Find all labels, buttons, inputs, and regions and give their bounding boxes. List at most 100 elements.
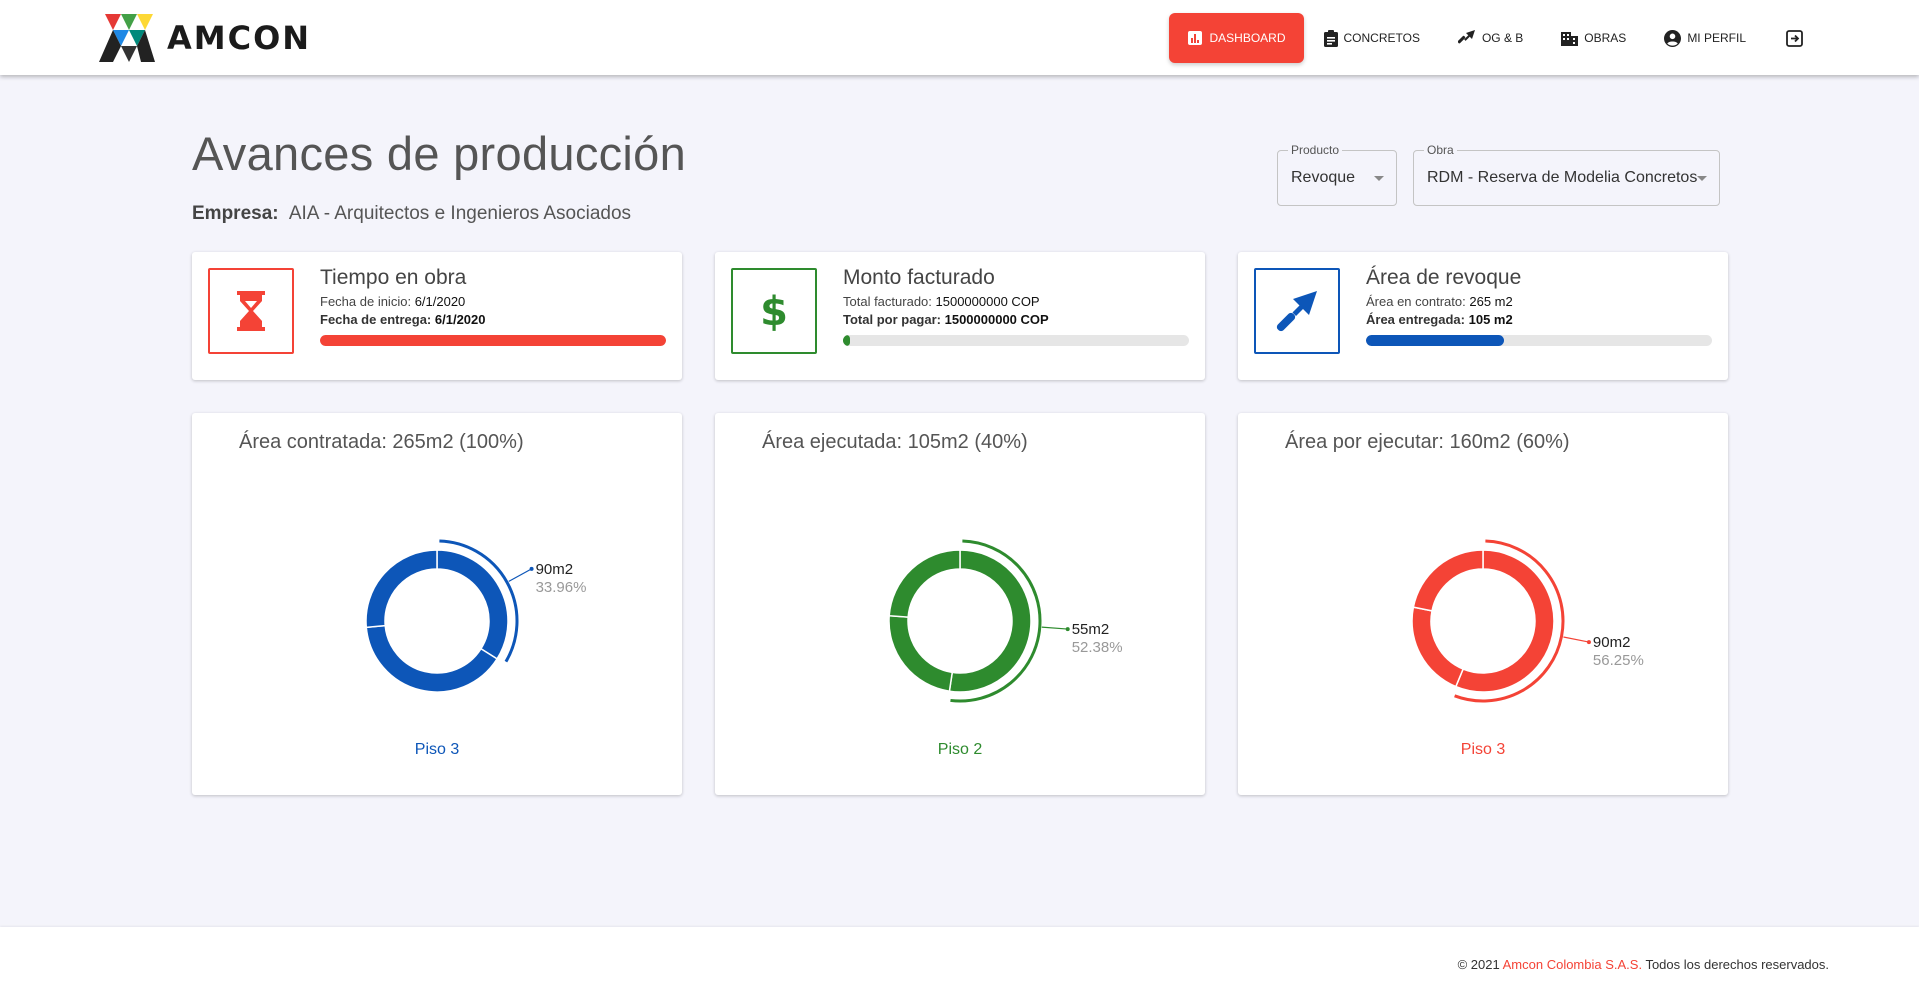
chart-footer-label[interactable]: Piso 3	[1238, 741, 1728, 759]
chevron-down-icon	[1697, 176, 1707, 181]
nav-item-concretos[interactable]: CONCRETOS	[1306, 13, 1438, 63]
bar-chart-icon	[1188, 31, 1203, 45]
footer-copyright: © 2021 Amcon Colombia S.A.S. Todos los d…	[1458, 957, 1829, 972]
progress-fill	[1366, 335, 1505, 346]
building-icon	[1561, 32, 1579, 46]
chart-card-area-por-ejecutar: 90m2 56.25% Área por ejecutar: 160m2 (60%…	[1238, 413, 1728, 795]
obra-select[interactable]: Obra RDM - Reserva de Modelia Concretos	[1413, 143, 1720, 206]
donut-slice[interactable]	[1411, 606, 1465, 688]
stat-line-value: 105 m2	[1468, 312, 1513, 327]
brand-name: AMCON	[167, 19, 312, 57]
stat-line-pending: Total por pagar: 1500000000 COP	[843, 311, 1189, 329]
company-info: Empresa: AIA - Arquitectos e Ingenieros …	[192, 203, 631, 225]
stat-line-total: Total facturado: 1500000000 COP	[843, 293, 1189, 311]
footer-suffix: Todos los derechos reservados.	[1642, 957, 1829, 972]
company-label: Empresa:	[192, 203, 279, 224]
obra-select-label: Obra	[1424, 143, 1457, 157]
donut-label-leader	[1041, 626, 1068, 630]
donut-chart: 90m233.96%	[365, 539, 587, 693]
stat-line-value: 6/1/2020	[414, 294, 466, 309]
donut-label-dot	[1586, 640, 1591, 645]
stat-line-start: Fecha de inicio: 6/1/2020	[320, 293, 666, 311]
stat-line-value: 1500000000 COP	[944, 312, 1049, 327]
donut-label-dot	[529, 566, 534, 571]
donut-data-label: 90m2	[1593, 634, 1631, 651]
clipboard-icon	[1323, 29, 1338, 47]
chart-title: Área contratada: 265m2 (100%)	[239, 431, 524, 453]
stat-line-end: Fecha de entrega: 6/1/2020	[320, 311, 666, 329]
stat-line-label: Área entregada:	[1366, 312, 1465, 327]
dollar-icon: $	[760, 289, 788, 333]
page-footer: © 2021 Amcon Colombia S.A.S. Todos los d…	[0, 927, 1919, 1001]
stat-title: Área de revoque	[1366, 266, 1522, 289]
chart-card-area-ejecutada: 55m2 52.38% Área ejecutada: 105m2 (40%) P…	[715, 413, 1205, 795]
obra-select-value: RDM - Reserva de Modelia Concretos	[1427, 169, 1698, 186]
stat-line-value: 1500000000 COP	[935, 294, 1040, 309]
donut-percent-label: 56.25%	[1593, 652, 1644, 669]
stat-line-delivered: Área entregada: 105 m2	[1366, 311, 1712, 329]
stat-title: Tiempo en obra	[320, 266, 467, 289]
stat-title: Monto facturado	[843, 266, 995, 289]
nav-label-obras: OBRAS	[1584, 31, 1627, 45]
donut-data-label: 55m2	[1072, 621, 1110, 638]
stat-icon-box: $	[731, 268, 817, 354]
nav-label-mi-perfil: MI PERFIL	[1687, 31, 1746, 45]
donut-chart: 55m252.38%	[888, 539, 1123, 703]
nav-item-ogb[interactable]: OG & B	[1440, 13, 1541, 63]
stat-line-value: 265 m2	[1469, 294, 1513, 309]
stat-card-tiempo-obra: Tiempo en obra Fecha de inicio: 6/1/2020…	[192, 252, 682, 380]
progress-bar	[843, 335, 1189, 346]
chart-footer-label[interactable]: Piso 2	[715, 741, 1205, 759]
donut-slice[interactable]	[365, 549, 438, 629]
stat-line-value: 6/1/2020	[434, 312, 486, 327]
nav-item-obras[interactable]: OBRAS	[1543, 13, 1644, 63]
stat-body: Área de revoque Área en contrato: 265 m2…	[1366, 266, 1712, 346]
donut-slice[interactable]	[1412, 549, 1484, 612]
progress-bar	[320, 335, 666, 346]
chart-title: Área por ejecutar: 160m2 (60%)	[1285, 431, 1570, 453]
nav-label-ogb: OG & B	[1481, 31, 1524, 45]
nav-label-dashboard: DASHBOARD	[1209, 31, 1286, 45]
stat-icon-box	[208, 268, 294, 354]
stat-card-area-revoque: Área de revoque Área en contrato: 265 m2…	[1238, 252, 1728, 380]
amcon-logo[interactable]: AMCON	[99, 14, 311, 62]
logout-button[interactable]	[1766, 13, 1829, 63]
stat-card-monto-facturado: $ Monto facturado Total facturado: 15000…	[715, 252, 1205, 380]
main-nav: DASHBOARD CONCRETOS OG & B OBRAS MI PERF…	[1167, 13, 1829, 63]
chart-footer-label[interactable]: Piso 3	[192, 741, 682, 759]
donut-slice[interactable]	[365, 624, 499, 693]
nav-item-dashboard[interactable]: DASHBOARD	[1169, 13, 1304, 63]
svg-text:$: $	[760, 289, 788, 333]
trowel-icon	[1457, 30, 1475, 44]
donut-label-dot	[1065, 627, 1070, 632]
stat-line-label: Total por pagar:	[843, 312, 941, 327]
chevron-down-icon	[1374, 176, 1384, 181]
stat-body: Monto facturado Total facturado: 1500000…	[843, 266, 1189, 346]
top-app-bar: AMCON DASHBOARD CONCRETOS OG & B OBRAS M…	[0, 0, 1919, 75]
stat-line-label: Total facturado:	[843, 294, 932, 309]
producto-select[interactable]: Producto Revoque	[1277, 143, 1397, 206]
donut-slice[interactable]	[1454, 549, 1555, 693]
footer-brand-link[interactable]: Amcon Colombia S.A.S.	[1503, 957, 1642, 972]
donut-slice[interactable]	[888, 549, 961, 618]
progress-fill	[843, 335, 850, 346]
stat-line-label: Área en contrato:	[1366, 294, 1466, 309]
stat-line-label: Fecha de inicio:	[320, 294, 412, 309]
progress-fill	[320, 335, 666, 346]
hourglass-icon	[237, 291, 265, 331]
donut-percent-label: 52.38%	[1072, 639, 1123, 656]
progress-bar	[1366, 335, 1712, 346]
stat-line-contract: Área en contrato: 265 m2	[1366, 293, 1712, 311]
producto-select-label: Producto	[1288, 143, 1343, 157]
stat-body: Tiempo en obra Fecha de inicio: 6/1/2020…	[320, 266, 666, 346]
logout-icon	[1786, 29, 1803, 47]
nav-item-mi-perfil[interactable]: MI PERFIL	[1646, 13, 1764, 63]
stat-icon-box	[1254, 268, 1340, 354]
donut-percent-label: 33.96%	[536, 579, 587, 596]
account-circle-icon	[1664, 29, 1682, 47]
donut-slice[interactable]	[948, 549, 1032, 693]
footer-prefix: © 2021	[1457, 957, 1503, 972]
donut-slice[interactable]	[888, 614, 954, 693]
trowel-icon	[1276, 291, 1317, 332]
page-title: Avances de producción	[192, 127, 687, 180]
